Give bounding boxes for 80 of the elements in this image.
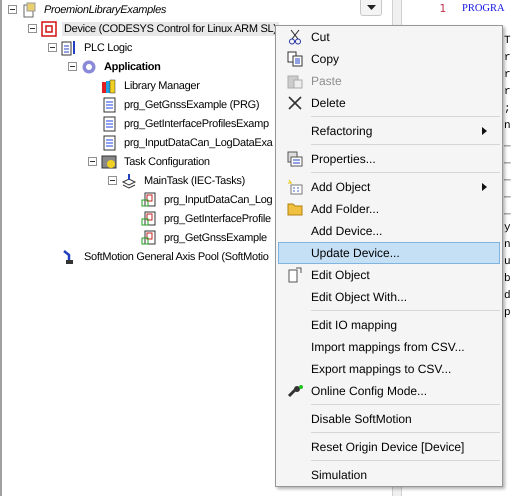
collapse-icon[interactable] (108, 176, 117, 185)
plc-icon (61, 40, 77, 56)
call-icon (141, 210, 157, 226)
tree-item[interactable]: Application (102, 60, 163, 74)
tree-item[interactable]: Task Configuration (122, 154, 212, 168)
menu-item[interactable]: Copy (278, 48, 500, 70)
tree-item[interactable]: ProemionLibraryExamples (42, 2, 168, 16)
application-icon (81, 58, 97, 74)
folder-icon (287, 202, 303, 216)
menu-item[interactable]: Online Config Mode... (278, 380, 500, 402)
menu-item[interactable]: Simulation (278, 464, 500, 486)
code-text: u (504, 255, 511, 270)
menu-item[interactable]: Cut (278, 26, 500, 48)
tree-item[interactable]: MainTask (IEC-Tasks) (142, 174, 247, 188)
library-icon (101, 78, 117, 94)
collapse-icon[interactable] (8, 5, 17, 14)
code-text: _ (504, 136, 511, 151)
pou-icon (101, 96, 117, 112)
paste-icon (287, 73, 303, 89)
tree-item[interactable]: SoftMotion General Axis Pool (SoftMotio (82, 250, 271, 264)
menu-item[interactable]: Delete (278, 92, 500, 114)
document-icon (288, 267, 302, 283)
tree-item[interactable]: Library Manager (122, 78, 202, 92)
code-text: ; (504, 102, 511, 117)
tree-item[interactable]: prg_GetInterfaceProfilesExamp (122, 116, 271, 130)
caret-icon (366, 5, 376, 10)
menu-item[interactable]: Export mappings to CSV... (278, 358, 500, 380)
tree-item[interactable]: prg_GetGnssExample (162, 230, 269, 244)
menu-item[interactable]: Disable SoftMotion (278, 408, 500, 430)
dropdown-button[interactable] (360, 0, 382, 16)
properties-icon (287, 151, 303, 167)
code-text: _ (504, 204, 511, 219)
menu-item[interactable]: Add Device... (278, 220, 500, 242)
menu-item[interactable]: Edit Object With... (278, 286, 500, 308)
task-icon (121, 172, 137, 188)
device-icon (41, 20, 57, 36)
code-text: p (504, 306, 511, 321)
tasks-icon (101, 154, 117, 170)
scissors-icon (288, 29, 302, 45)
pou-icon (101, 134, 117, 150)
add-object-icon (287, 179, 303, 195)
wrench-icon (287, 384, 303, 398)
tree-item[interactable]: prg_InputDataCan_LogDataExa (122, 136, 274, 150)
tree-item[interactable]: prg_InputDataCan_Log (162, 192, 274, 206)
tree-item[interactable]: prg_GetGnssExample (PRG) (122, 98, 262, 112)
project-icon (21, 2, 37, 18)
code-text: r (504, 68, 511, 83)
code-text: _ (504, 153, 511, 168)
copy-icon (287, 51, 303, 67)
menu-item[interactable]: Update Device... (278, 242, 500, 264)
menu-item[interactable]: Add Object (278, 176, 500, 198)
menu-item[interactable]: Edit IO mapping (278, 314, 500, 336)
line-number: 1 (439, 1, 446, 17)
code-text: n (504, 238, 511, 253)
delete-icon (288, 96, 302, 110)
menu-item[interactable]: Edit Object (278, 264, 500, 286)
collapse-icon[interactable] (68, 62, 77, 71)
code-text: r (504, 51, 511, 66)
code-text: _ (504, 170, 511, 185)
code-line: PROGRA (462, 2, 506, 16)
menu-item[interactable]: Add Folder... (278, 198, 500, 220)
collapse-icon[interactable] (48, 43, 57, 52)
tree-item[interactable]: prg_GetInterfaceProfile (162, 212, 273, 226)
menu-item[interactable]: Reset Origin Device [Device] (278, 436, 500, 458)
code-text: b (504, 272, 511, 287)
call-icon (141, 230, 157, 246)
menu-item[interactable]: Import mappings from CSV... (278, 336, 500, 358)
code-text: _ (504, 187, 511, 202)
menu-item[interactable]: Properties... (278, 148, 500, 170)
code-text: n (504, 119, 511, 134)
code-text: y (504, 221, 511, 236)
code-text: T (504, 34, 511, 49)
collapse-icon[interactable] (28, 24, 37, 33)
call-icon (141, 192, 157, 208)
collapse-icon[interactable] (88, 157, 97, 166)
code-text: r (504, 85, 511, 100)
menu-item[interactable]: Refactoring (278, 120, 500, 142)
code-text: d (504, 289, 511, 304)
tree-item[interactable]: PLC Logic (82, 40, 134, 54)
pou-icon (101, 116, 117, 132)
